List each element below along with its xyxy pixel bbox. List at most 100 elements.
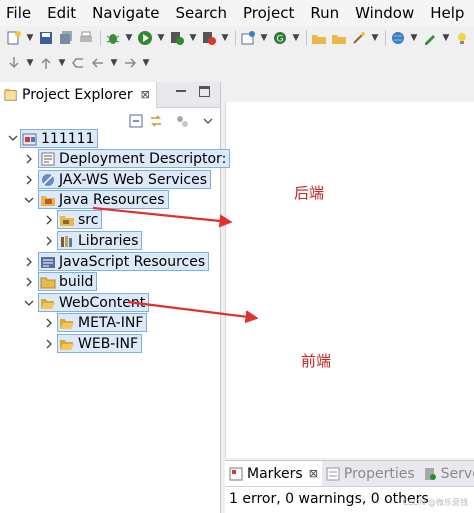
close-icon[interactable]: ⊠ [141,88,150,101]
tree-item-jax-ws[interactable]: JAX-WS Web Services [38,170,212,189]
properties-icon [326,467,340,481]
servers-icon [423,467,437,481]
expanded-chevron-icon[interactable] [24,195,34,205]
print-icon[interactable] [78,30,94,46]
backend-annotation: 后端 [294,184,325,202]
tree-item-libraries[interactable]: Libraries [57,231,143,250]
collapsed-chevron-icon[interactable] [44,215,54,225]
open-type-icon[interactable] [311,30,327,46]
svg-text:G: G [277,35,284,45]
debug-dropdown-icon[interactable]: ▼ [125,30,133,46]
pencil-icon[interactable] [422,30,438,46]
debug-icon[interactable] [105,30,121,46]
stop-server-dropdown-icon[interactable]: ▼ [221,30,229,46]
run-server-icon[interactable] [169,30,185,46]
project-explorer-icon [4,88,18,102]
forward-dropdown-icon[interactable]: ▼ [142,55,150,71]
menu-file[interactable]: File [6,4,31,22]
project-explorer-tab[interactable]: Project Explorer ⊠ [0,81,157,108]
new-dropdown-icon[interactable]: ▼ [26,30,34,46]
menu-window[interactable]: Window [355,4,414,22]
new-icon[interactable] [6,30,22,46]
tree-item-label: Deployment Descriptor: [59,150,227,167]
forward-icon[interactable] [122,55,138,71]
close-icon[interactable]: ⊠ [309,467,318,480]
save-icon[interactable] [38,30,54,46]
tree-item-label: WebContent [59,294,146,311]
tree-item-deployment-descriptor[interactable]: Deployment Descriptor: [38,149,231,168]
run-dropdown-icon[interactable]: ▼ [157,30,165,46]
tree-item-label: JAX-WS Web Services [59,171,208,188]
new-class-icon[interactable]: G [272,30,288,46]
pencil-dropdown-icon[interactable]: ▼ [442,30,450,46]
new-class-dropdown-icon[interactable]: ▼ [292,30,300,46]
stop-server-icon[interactable] [201,30,217,46]
collapsed-chevron-icon[interactable] [44,318,54,328]
back-icon[interactable] [90,55,106,71]
prev-annotation-icon[interactable] [38,55,54,71]
last-edit-icon[interactable] [70,55,86,71]
next-annotation-dropdown-icon[interactable]: ▼ [26,55,34,71]
javascript-resources-icon [40,254,56,270]
folder-open-icon [59,336,75,352]
tab-properties[interactable]: Properties [322,461,419,486]
menu-help[interactable]: Help [430,4,464,22]
collapsed-chevron-icon[interactable] [44,236,54,246]
collapsed-chevron-icon[interactable] [24,277,34,287]
collapsed-chevron-icon[interactable] [24,257,34,267]
frontend-annotation: 前端 [301,352,332,370]
tree-item-meta-inf[interactable]: META-INF [57,313,148,332]
lightbulb-icon[interactable] [454,30,470,46]
toolbar-separator [385,30,386,46]
maximize-icon[interactable] [199,86,210,97]
back-dropdown-icon[interactable]: ▼ [110,55,118,71]
editor-area[interactable]: 后端 前端 [225,102,474,458]
wand-dropdown-icon[interactable]: ▼ [371,30,379,46]
tree-item-src[interactable]: src [57,210,103,229]
menu-edit[interactable]: Edit [47,4,76,22]
menu-run[interactable]: Run [310,4,339,22]
run-icon[interactable] [137,30,153,46]
tab-servers[interactable]: Serve [419,461,474,486]
project-explorer-header: Project Explorer ⊠ [0,81,220,108]
collapse-all-icon[interactable] [128,113,144,129]
tree-item-web-inf[interactable]: WEB-INF [57,334,142,353]
tree-item-webcontent[interactable]: WebContent [38,293,150,312]
tree-item-project[interactable]: 111111 [20,129,99,148]
deployment-descriptor-icon [40,151,56,167]
java-resources-icon [40,192,56,208]
open-folder-icon[interactable] [331,30,347,46]
globe-icon[interactable] [390,30,406,46]
view-menu-icon[interactable] [200,113,216,129]
tree-item-label: WEB-INF [78,335,138,352]
tree-item-javascript-resources[interactable]: JavaScript Resources [38,252,210,271]
collapsed-chevron-icon[interactable] [24,154,34,164]
new-wizard-dropdown-icon[interactable]: ▼ [260,30,268,46]
collapsed-chevron-icon[interactable] [44,339,54,349]
expanded-chevron-icon[interactable] [8,133,18,143]
source-folder-icon [59,212,75,228]
link-with-editor-icon[interactable] [148,113,164,129]
tab-markers[interactable]: Markers ⊠ [225,461,322,486]
next-annotation-icon[interactable] [6,55,22,71]
expanded-chevron-icon[interactable] [24,298,34,308]
menu-navigate[interactable]: Navigate [92,4,159,22]
wand-icon[interactable] [351,30,367,46]
collapsed-chevron-icon[interactable] [24,175,34,185]
new-wizard-icon[interactable] [240,30,256,46]
run-server-dropdown-icon[interactable]: ▼ [189,30,197,46]
prev-annotation-dropdown-icon[interactable]: ▼ [58,55,66,71]
bottom-panel-tabs: Markers ⊠ Properties Serve [225,461,474,487]
tab-label: Markers [247,465,303,482]
tree-item-java-resources[interactable]: Java Resources [38,190,169,209]
minimize-icon[interactable] [176,90,186,92]
menu-search[interactable]: Search [175,4,227,22]
globe-dropdown-icon[interactable]: ▼ [410,30,418,46]
menu-project[interactable]: Project [243,4,294,22]
toolbar-separator [100,30,101,46]
save-all-icon[interactable] [58,30,74,46]
main-toolbar: ▼ ▼ ▼ ▼ ▼ ▼ G ▼ ▼ ▼ ▼ [0,26,474,50]
tree-item-build[interactable]: build [38,272,98,291]
folder-open-icon [40,295,56,311]
focus-icon[interactable] [174,113,190,129]
